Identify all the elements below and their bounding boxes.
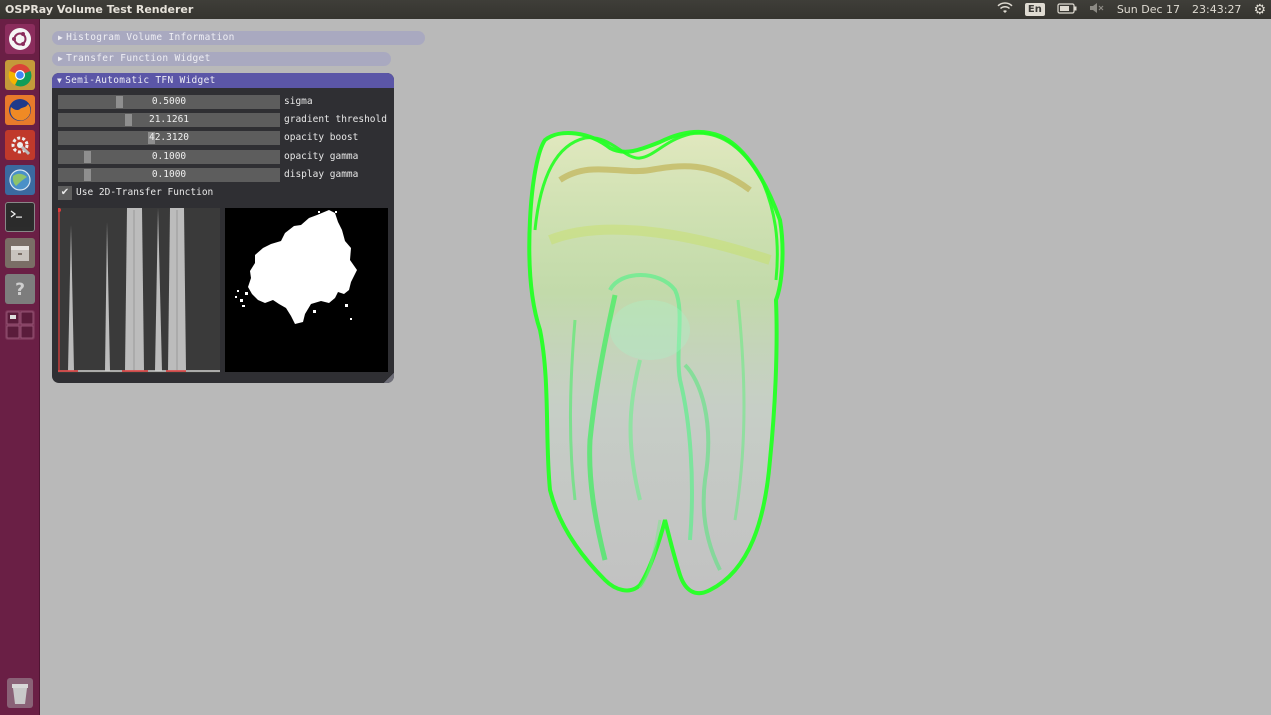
system-tray: En Sun Dec 17 23:43:27 ⚙ xyxy=(997,0,1271,19)
slider-value: 0.1000 xyxy=(151,169,187,180)
workspace-switcher-icon[interactable] xyxy=(5,310,35,340)
slider-label: sigma xyxy=(284,96,313,107)
use-2d-tf-label: Use 2D-Transfer Function xyxy=(76,187,214,198)
sigma-slider[interactable]: 0.5000 xyxy=(58,95,280,109)
date-label[interactable]: Sun Dec 17 xyxy=(1117,3,1180,16)
svg-text:?: ? xyxy=(15,280,25,300)
transfer-function-histogram[interactable] xyxy=(57,208,220,373)
opacity-boost-slider[interactable]: 42.3120 xyxy=(58,131,280,145)
collapse-arrow-icon: ▼ xyxy=(57,76,63,85)
slider-value: 0.5000 xyxy=(151,96,187,107)
histogram-panel-header[interactable]: ▶ Histogram Volume Information xyxy=(52,31,425,45)
system-settings-icon[interactable] xyxy=(5,130,35,160)
opacity-gamma-slider[interactable]: 0.1000 xyxy=(58,150,280,164)
launcher: ? xyxy=(0,19,40,715)
slider-row-sigma: 0.5000 sigma xyxy=(58,95,388,109)
transfer-function-panel-header[interactable]: ▶ Transfer Function Widget xyxy=(52,52,391,66)
expand-arrow-icon: ▶ xyxy=(58,54,64,63)
checkmark-icon: ✔ xyxy=(60,187,70,198)
trash-icon[interactable] xyxy=(5,678,35,708)
help-icon[interactable]: ? xyxy=(5,274,35,304)
files-icon[interactable] xyxy=(5,238,35,268)
clock-label[interactable]: 23:43:27 xyxy=(1192,3,1241,16)
slider-row-opacity-boost: 42.3120 opacity boost xyxy=(58,131,388,145)
slider-label: display gamma xyxy=(284,169,359,180)
slider-row-display-gamma: 0.1000 display gamma xyxy=(58,168,388,182)
slider-label: opacity boost xyxy=(284,132,359,143)
slider-label: opacity gamma xyxy=(284,151,359,162)
firefox-icon[interactable] xyxy=(5,95,35,125)
top-panel: OSPRay Volume Test Renderer En Sun Dec 1… xyxy=(0,0,1271,19)
slider-value: 0.1000 xyxy=(151,151,187,162)
expand-arrow-icon: ▶ xyxy=(58,33,64,42)
terminal-icon[interactable] xyxy=(5,202,35,232)
battery-icon[interactable] xyxy=(1057,2,1077,17)
transfer-function-panel-label: Transfer Function Widget xyxy=(66,53,211,64)
chrome-icon[interactable] xyxy=(5,60,35,90)
use-2d-tf-checkbox[interactable]: ✔ xyxy=(58,186,72,200)
transfer-function-2d-map[interactable] xyxy=(225,208,388,372)
semi-auto-tfn-title: Semi-Automatic TFN Widget xyxy=(65,75,216,86)
volume-muted-icon[interactable] xyxy=(1089,2,1105,17)
slider-row-opacity-gamma: 0.1000 opacity gamma xyxy=(58,150,388,164)
gradient-threshold-slider[interactable]: 21.1261 xyxy=(58,113,280,127)
slider-value: 21.1261 xyxy=(148,114,190,125)
slider-row-gradient-threshold: 21.1261 gradient threshold xyxy=(58,113,388,127)
histogram-panel-label: Histogram Volume Information xyxy=(66,32,235,43)
volume-render-view[interactable] xyxy=(500,120,820,610)
display-gamma-slider[interactable]: 0.1000 xyxy=(58,168,280,182)
ubuntu-logo-icon[interactable] xyxy=(5,24,35,54)
window-title: OSPRay Volume Test Renderer xyxy=(5,3,194,16)
language-indicator[interactable]: En xyxy=(1024,3,1045,16)
semi-auto-tfn-title-bar[interactable]: ▼ Semi-Automatic TFN Widget xyxy=(52,73,394,88)
slider-label: gradient threshold xyxy=(284,114,387,125)
globe-app-icon[interactable] xyxy=(5,165,35,195)
window-resize-grip[interactable] xyxy=(384,373,394,383)
gear-icon[interactable]: ⚙ xyxy=(1253,2,1266,18)
semi-auto-tfn-window: ▼ Semi-Automatic TFN Widget 0.5000 sigma … xyxy=(52,73,394,383)
slider-value: 42.3120 xyxy=(148,132,190,143)
wifi-icon[interactable] xyxy=(997,2,1013,17)
